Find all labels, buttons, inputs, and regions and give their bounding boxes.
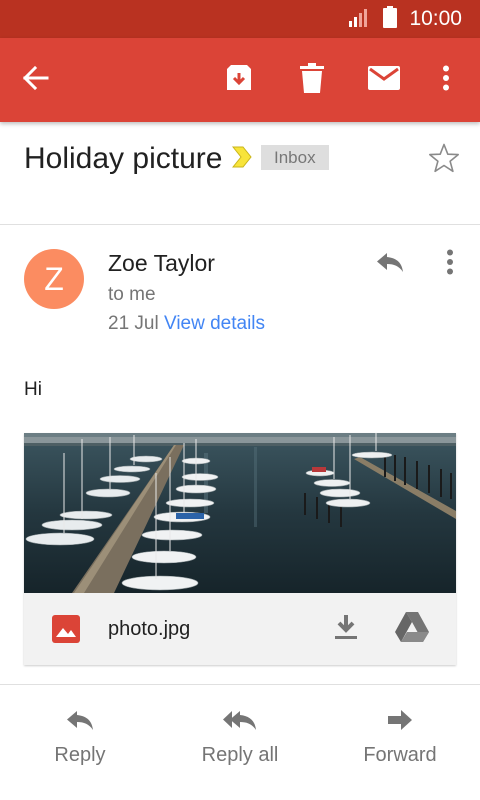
star-outline-icon: [428, 143, 460, 178]
back-button[interactable]: [8, 38, 64, 122]
recipient-line: to me: [108, 284, 156, 305]
attachment-card[interactable]: photo.jpg: [24, 433, 456, 665]
status-bar: 10:00: [0, 0, 480, 38]
more-vert-icon: [442, 65, 450, 96]
more-vert-icon: [446, 249, 454, 280]
delete-button[interactable]: [284, 38, 340, 122]
mark-unread-button[interactable]: [356, 38, 412, 122]
image-icon: [52, 615, 80, 648]
message-body: Hi: [24, 379, 42, 400]
reply-all-icon: [222, 709, 258, 736]
reply-button[interactable]: [368, 242, 412, 286]
action-footer: Reply Reply all Forward: [0, 684, 480, 800]
forward-label: Forward: [363, 744, 437, 766]
forward-icon: [387, 709, 413, 736]
email-subject: Holiday picture: [24, 142, 223, 175]
google-drive-icon: [394, 611, 430, 648]
inbox-label[interactable]: Inbox: [261, 145, 329, 170]
download-icon: [334, 613, 358, 646]
save-to-drive-button[interactable]: [390, 607, 434, 651]
reply-footer-button[interactable]: Reply: [0, 685, 160, 800]
message-more-button[interactable]: [432, 242, 468, 286]
harbor-photo: [24, 433, 456, 593]
archive-button[interactable]: [211, 38, 267, 122]
more-options-button[interactable]: [420, 38, 472, 122]
archive-icon: [224, 63, 254, 98]
download-button[interactable]: [324, 607, 368, 651]
reply-icon: [375, 251, 405, 278]
date-line: 21 Jul View details: [108, 313, 265, 335]
reply-all-footer-button[interactable]: Reply all: [160, 685, 320, 800]
status-time: 10:00: [409, 7, 462, 30]
message-date: 21 Jul: [108, 313, 159, 334]
mail-icon: [368, 65, 400, 95]
attachment-file-name: photo.jpg: [108, 618, 191, 640]
sender-name: Zoe Taylor: [108, 250, 215, 276]
avatar-initial: Z: [44, 260, 64, 297]
attachment-preview[interactable]: [24, 433, 456, 593]
important-marker-icon[interactable]: [231, 146, 252, 173]
reply-icon: [65, 709, 95, 736]
avatar[interactable]: Z: [24, 249, 84, 309]
reply-label: Reply: [54, 744, 106, 766]
arrow-back-icon: [22, 65, 49, 95]
delete-icon: [300, 62, 324, 98]
battery-icon: [383, 5, 398, 33]
view-details-link[interactable]: View details: [164, 313, 265, 334]
subject-row: Holiday picture: [0, 122, 480, 225]
app-bar: [0, 38, 480, 122]
signal-icon: [349, 7, 371, 32]
forward-footer-button[interactable]: Forward: [320, 685, 480, 800]
reply-all-label: Reply all: [201, 744, 279, 766]
star-button[interactable]: [424, 140, 464, 180]
attachment-info-bar: photo.jpg: [24, 593, 456, 665]
